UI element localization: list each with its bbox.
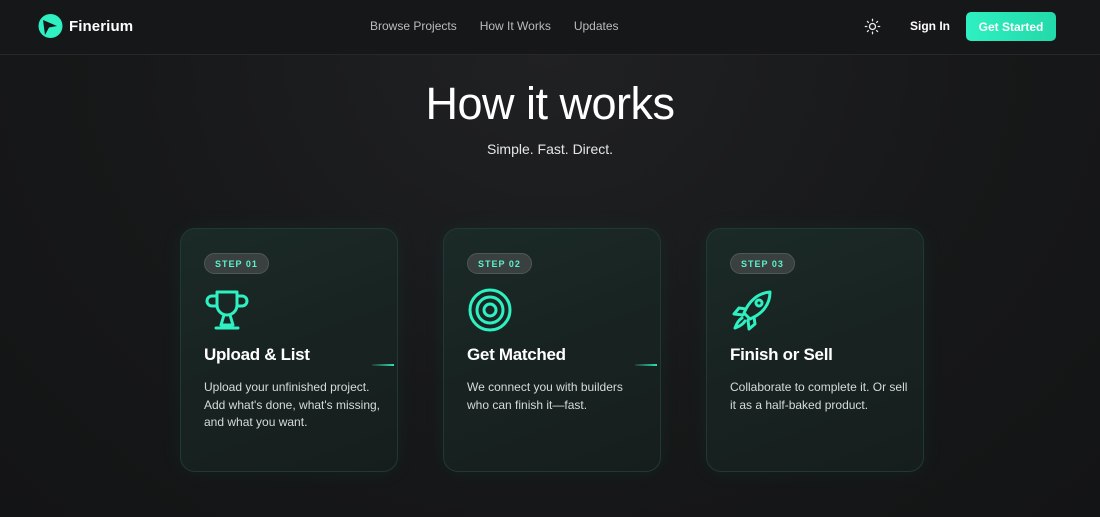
step-description: Collaborate to complete it. Or sell it a… <box>730 380 908 412</box>
step-card-2: STEP 02 Get Matched We connect you with … <box>443 228 661 472</box>
nav-updates[interactable]: Updates <box>574 19 619 33</box>
step-badge: STEP 02 <box>467 253 532 274</box>
trophy-icon <box>205 290 249 330</box>
sign-in-link[interactable]: Sign In <box>910 19 950 33</box>
step-title: Get Matched <box>467 345 566 364</box>
step-badge: STEP 01 <box>204 253 269 274</box>
nav-browse-projects[interactable]: Browse Projects <box>370 19 457 33</box>
step-title: Finish or Sell <box>730 345 833 364</box>
target-icon <box>468 288 512 332</box>
rocket-icon <box>732 290 772 331</box>
get-started-button[interactable]: Get Started <box>966 12 1056 41</box>
brand-name: Finerium <box>69 17 134 35</box>
top-navbar: Finerium Browse Projects How It Works Up… <box>0 0 1100 55</box>
step-badge: STEP 03 <box>730 253 795 274</box>
step-connector <box>372 364 394 366</box>
theme-toggle-button[interactable] <box>864 18 881 35</box>
step-description: Upload your unfinished project. Add what… <box>204 380 381 429</box>
step-connector <box>635 364 657 366</box>
sun-icon <box>864 18 881 35</box>
step-title: Upload & List <box>204 345 310 364</box>
step-card-3: STEP 03 Finish or Sell Collaborate to co… <box>706 228 924 472</box>
brand-logo[interactable]: Finerium <box>38 12 133 40</box>
step-description: We connect you with builders who can fin… <box>467 380 623 412</box>
nav-how-it-works[interactable]: How It Works <box>480 19 551 33</box>
primary-nav: Browse Projects How It Works Updates <box>370 19 642 33</box>
page-subtitle: Simple. Fast. Direct. <box>486 141 614 157</box>
finerium-logo-icon <box>38 14 63 38</box>
step-card-1: STEP 01 Upload & List Upload your unfini… <box>180 228 398 472</box>
page-title: How it works <box>425 78 675 129</box>
